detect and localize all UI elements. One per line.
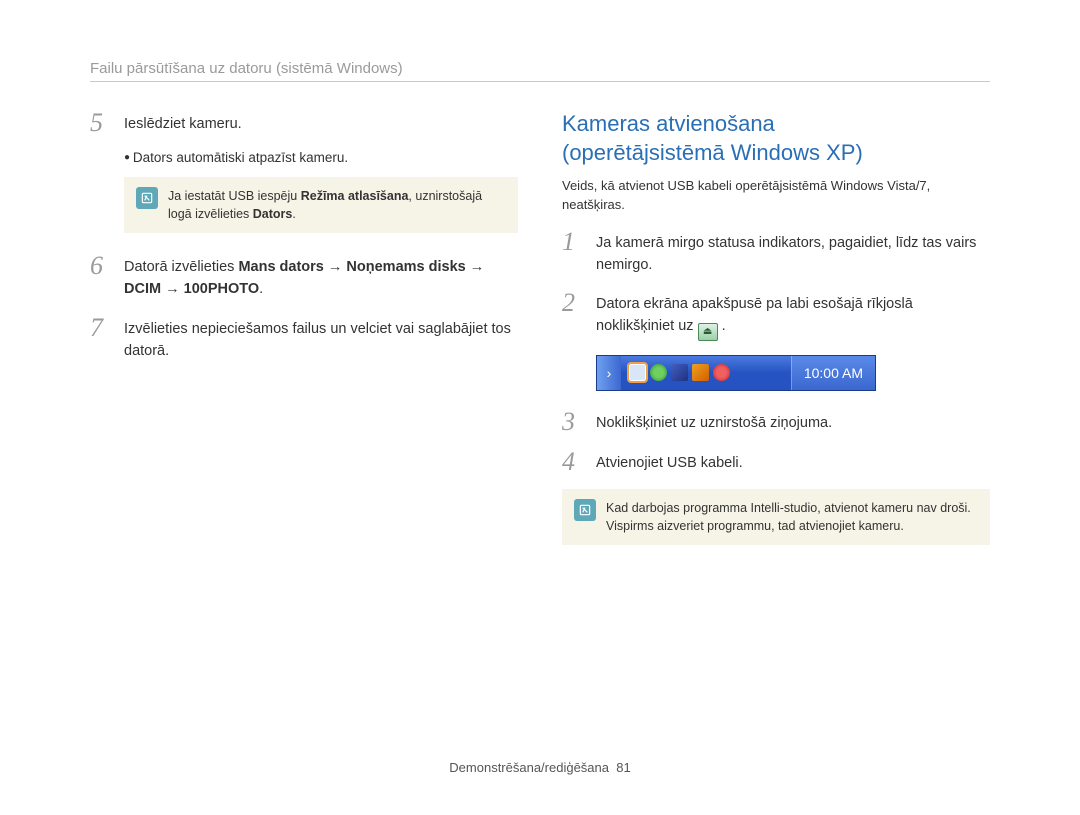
right-column: Kameras atvienošana (operētājsistēmā Win…: [562, 110, 990, 565]
step-1: 1 Ja kamerā mirgo statusa indikators, pa…: [562, 229, 990, 277]
note-text: Ja iestatāt USB iespēju Režīma atlasīšan…: [168, 187, 506, 223]
note-text: Kad darbojas programma Intelli-studio, a…: [606, 499, 978, 535]
step-text: Datora ekrāna apakšpusē pa labi esošajā …: [596, 290, 990, 340]
step-2: 2 Datora ekrāna apakšpusē pa labi esošaj…: [562, 290, 990, 340]
step-text: Ja kamerā mirgo statusa indikators, paga…: [596, 229, 990, 277]
step-text: Izvēlieties nepieciešamos failus un velc…: [124, 315, 518, 363]
tray-icon: [671, 364, 688, 381]
step-text: Noklikšķiniet uz uznirstošā ziņojuma.: [596, 409, 990, 435]
taskbar-chevron-icon: ›: [597, 356, 621, 390]
note-icon: [574, 499, 596, 521]
taskbar-image: › 10:00 AM: [596, 355, 876, 391]
tray-icon: [692, 364, 709, 381]
step-6: 6 Datorā izvēlieties Mans dators → Noņem…: [90, 253, 518, 301]
tray-icons: [621, 364, 791, 381]
breadcrumb: Failu pārsūtīšana uz datoru (sistēmā Win…: [90, 60, 990, 82]
step-number: 5: [90, 110, 112, 136]
step-5: 5 Ieslēdziet kameru.: [90, 110, 518, 136]
tray-icon: [650, 364, 667, 381]
tray-icon: [713, 364, 730, 381]
note-icon: [136, 187, 158, 209]
step-text: Atvienojiet USB kabeli.: [596, 449, 990, 475]
note-box: Ja iestatāt USB iespēju Režīma atlasīšan…: [124, 177, 518, 233]
left-column: 5 Ieslēdziet kameru. Dators automātiski …: [90, 110, 518, 565]
step-number: 2: [562, 290, 584, 340]
note-box: Kad darbojas programma Intelli-studio, a…: [562, 489, 990, 545]
safely-remove-icon: ⏏: [698, 323, 718, 341]
section-title: Kameras atvienošana (operētājsistēmā Win…: [562, 110, 990, 167]
tray-icon: [629, 364, 646, 381]
step-text: Ieslēdziet kameru.: [124, 110, 518, 136]
step-number: 1: [562, 229, 584, 277]
step-number: 6: [90, 253, 112, 301]
step-number: 3: [562, 409, 584, 435]
step-3: 3 Noklikšķiniet uz uznirstošā ziņojuma.: [562, 409, 990, 435]
step-7: 7 Izvēlieties nepieciešamos failus un ve…: [90, 315, 518, 363]
taskbar-clock: 10:00 AM: [791, 356, 875, 390]
sub-bullet: Dators automātiski atpazīst kameru.: [124, 150, 518, 165]
step-number: 7: [90, 315, 112, 363]
intro-text: Veids, kā atvienot USB kabeli operētājsi…: [562, 177, 990, 215]
step-text: Datorā izvēlieties Mans dators → Noņemam…: [124, 253, 518, 301]
page-footer: Demonstrēšana/rediģēšana 81: [0, 760, 1080, 775]
step-number: 4: [562, 449, 584, 475]
step-4: 4 Atvienojiet USB kabeli.: [562, 449, 990, 475]
